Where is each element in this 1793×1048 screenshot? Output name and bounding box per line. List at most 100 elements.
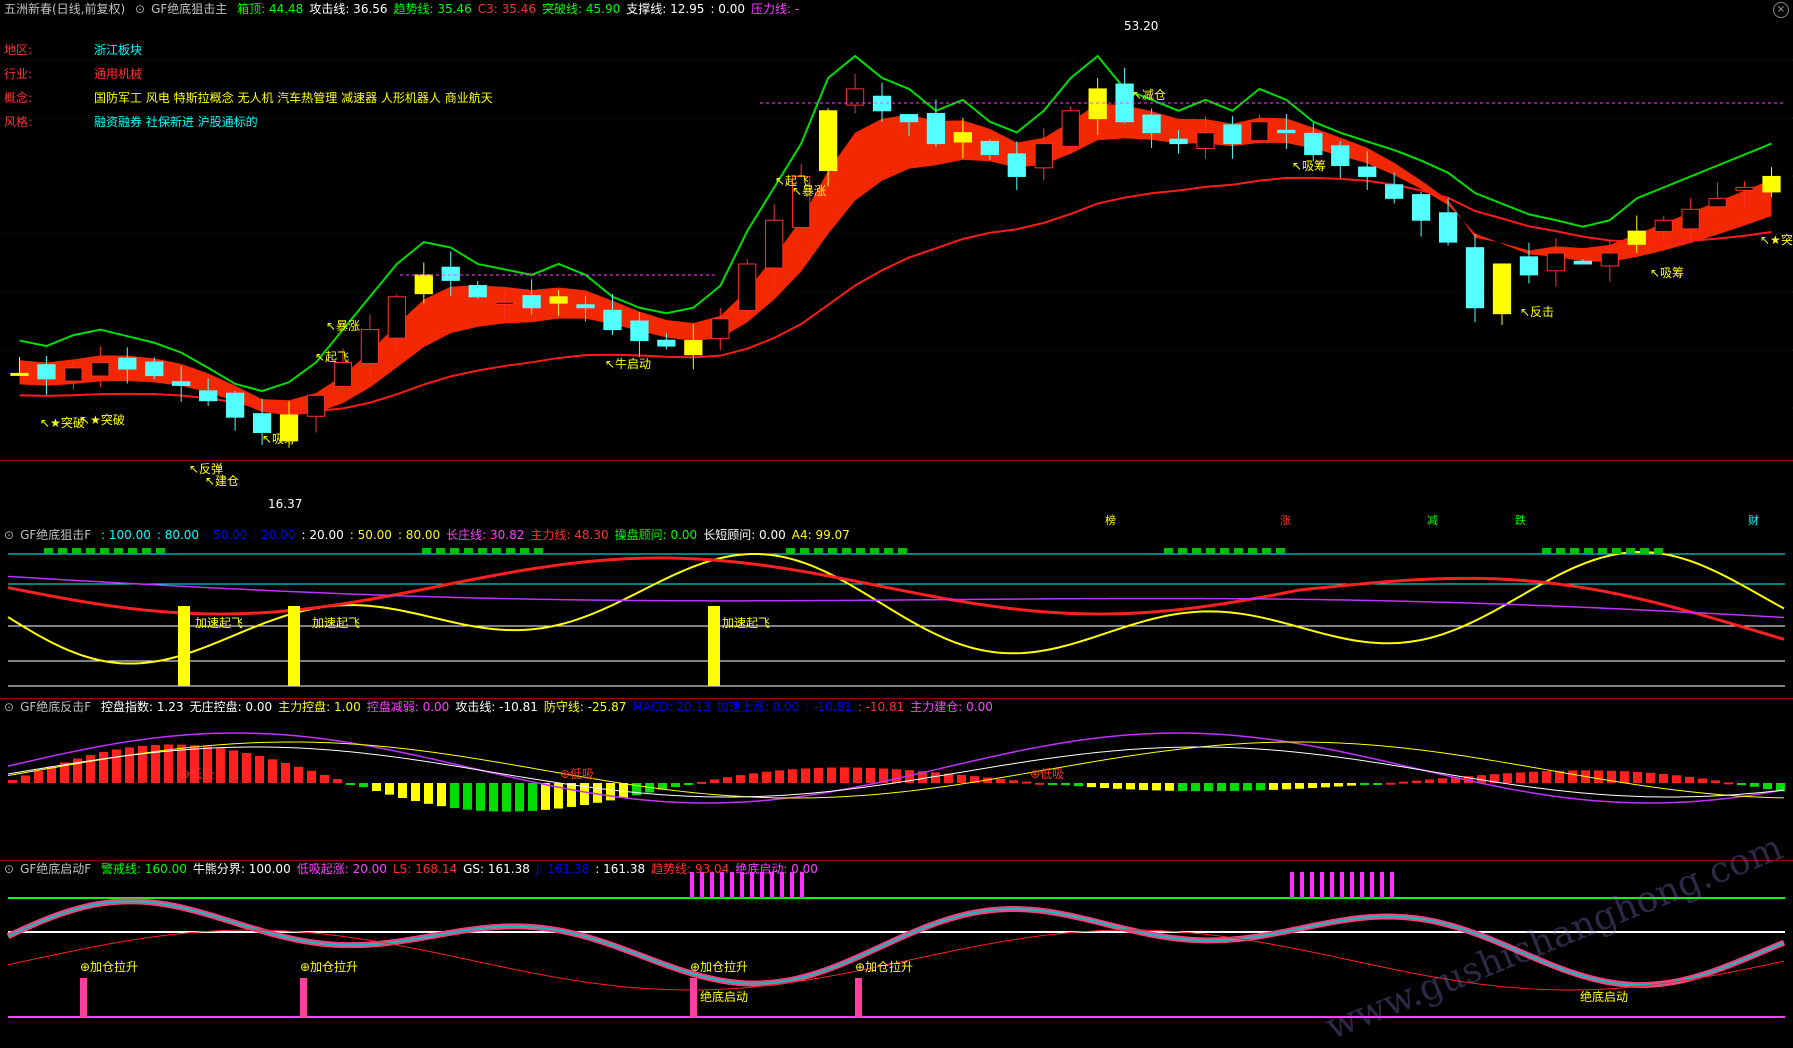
macd-bar <box>1711 780 1720 783</box>
indicator-name[interactable]: GF绝底狙击主 <box>151 2 227 16</box>
macd-bar <box>307 770 316 783</box>
p2-name[interactable]: GF绝底狙击F <box>20 528 91 542</box>
macd-bar <box>450 783 459 809</box>
signal-square <box>1654 548 1663 554</box>
add-position-signal: ⊕加仓拉升 <box>690 960 749 974</box>
p4-param: : 161.38 <box>595 862 646 876</box>
info-key: 风格: <box>4 115 33 129</box>
alert-bar <box>1330 872 1334 898</box>
candle-body <box>926 112 946 145</box>
signal-square <box>884 548 893 554</box>
candle-body <box>1007 153 1026 177</box>
main-param: : 0.00 <box>710 2 746 16</box>
signal-label: ↖吸筹 <box>1650 266 1685 280</box>
info-key: 行业: <box>4 67 33 81</box>
macd-bar <box>281 762 290 783</box>
signal-label: ↖★突破 <box>80 413 125 427</box>
candle-body <box>360 329 380 364</box>
macd-bar <box>1360 783 1369 785</box>
signal-label: ↖★突破 <box>1760 233 1793 247</box>
macd-bar <box>268 759 277 783</box>
p3-param: 攻击线: -10.81 <box>455 700 538 714</box>
p2-param: : 20.00 <box>301 528 344 542</box>
macd-bar <box>294 766 303 783</box>
macd-bar <box>372 783 381 791</box>
indicator-panel-2[interactable]: ⊙ GF绝底狙击F : 100.00: 80.00: 50.00: 20.00: … <box>0 526 1793 699</box>
macd-bar <box>1256 783 1265 791</box>
signal-label: ↖反弹 <box>189 462 224 476</box>
info-value[interactable]: 浙江板块 <box>94 43 142 57</box>
close-icon[interactable]: × <box>1773 2 1789 18</box>
candle-body <box>711 318 730 340</box>
signal-square <box>828 548 837 554</box>
macd-bar <box>1152 783 1161 791</box>
candle-body <box>1304 132 1323 156</box>
candle-body <box>10 372 29 376</box>
macd-bar <box>892 769 901 783</box>
macd-bar <box>8 780 17 783</box>
p4-param: 低吸起涨: 20.00 <box>296 862 387 876</box>
alert-bar <box>1380 872 1384 898</box>
macd-bar <box>34 770 43 783</box>
info-row: 风格: 融资融券 社保新进 沪股通标的 <box>4 110 493 134</box>
p4-name[interactable]: GF绝底启动F <box>20 862 91 876</box>
stock-title[interactable]: 五洲新春(日线,前复权) <box>4 2 125 16</box>
macd-bar <box>320 774 329 783</box>
macd-bar <box>1425 779 1434 783</box>
signal-label: ↖★突破 <box>40 416 85 430</box>
macd-bar <box>957 774 966 783</box>
signal-square <box>436 548 445 554</box>
p4-param: J: 161.38 <box>535 862 590 876</box>
signal-square <box>1192 548 1201 554</box>
info-value[interactable]: 通用机械 <box>94 67 142 81</box>
p3-name[interactable]: GF绝底反击F <box>20 700 91 714</box>
info-value[interactable]: 融资融券 社保新进 沪股通标的 <box>94 115 258 129</box>
main-chart-panel[interactable]: 五洲新春(日线,前复权) ⊙ GF绝底狙击主 箱顶: 44.48 攻击线: 36.5… <box>0 0 1793 527</box>
sniper-oscillator[interactable] <box>0 526 1793 698</box>
macd-bar <box>684 783 693 785</box>
macd-bar <box>788 769 797 783</box>
candle-body <box>1277 129 1296 134</box>
macd-bar <box>1724 782 1733 785</box>
macd-bar <box>99 752 108 783</box>
indicator-panel-3[interactable]: ⊙ GF绝底反击F 控盘指数: 1.23 无庄控盘: 0.00 主力控盘: 1.00 控… <box>0 698 1793 861</box>
candle-body <box>1358 166 1377 177</box>
macd-bar <box>1178 783 1187 791</box>
p3-params: 控盘指数: 1.23 无庄控盘: 0.00 主力控盘: 1.00 控盘减弱: 0.00… <box>101 700 999 714</box>
signal-square <box>492 548 501 554</box>
macd-bar <box>1633 771 1642 783</box>
macd-bar <box>736 775 745 783</box>
info-value[interactable]: 国防军工 风电 特斯拉概念 无人机 汽车热管理 减速器 人形机器人 商业航天 <box>94 91 493 105</box>
p2-param: : 80.00 <box>397 528 441 542</box>
buy-low-signal: ⊕低吸 <box>180 767 215 781</box>
macd-bar <box>346 783 355 785</box>
macd-bar <box>723 777 732 783</box>
indicator-panel-4[interactable]: ⊙ GF绝底启动F 警戒线: 160.00 牛熊分界: 100.00 低吸起涨: 20… <box>0 827 1793 1048</box>
bottom-launch-signal: 绝底启动 <box>1580 990 1629 1004</box>
macd-histogram[interactable] <box>0 698 1793 860</box>
alert-bar <box>1320 872 1324 898</box>
candle-body <box>441 266 460 281</box>
macd-bar <box>385 783 394 795</box>
macd-bar <box>229 750 238 783</box>
macd-bar <box>463 783 472 810</box>
add-position-signal: ⊕加仓拉升 <box>80 960 139 974</box>
p3-param: : -10.81 <box>805 700 852 714</box>
signal-label: ↖牛启动 <box>605 357 652 371</box>
candle-body <box>414 274 433 295</box>
p3-param: 加速上涨: 0.00 <box>716 700 800 714</box>
p4-param: 绝底启动: 0.00 <box>735 862 818 876</box>
macd-bar <box>1529 771 1538 783</box>
macd-bar <box>541 783 550 810</box>
signal-square <box>842 548 851 554</box>
macd-bar <box>216 748 225 783</box>
signal-square <box>856 548 865 554</box>
a4-line <box>7 551 1785 665</box>
signal-square <box>86 548 95 554</box>
macd-bar <box>801 768 810 783</box>
info-row: 行业: 通用机械 <box>4 62 493 86</box>
candle-body <box>549 296 568 304</box>
macd-bar <box>1594 770 1603 783</box>
candle-body <box>199 390 218 402</box>
macd-bar <box>1373 783 1382 785</box>
